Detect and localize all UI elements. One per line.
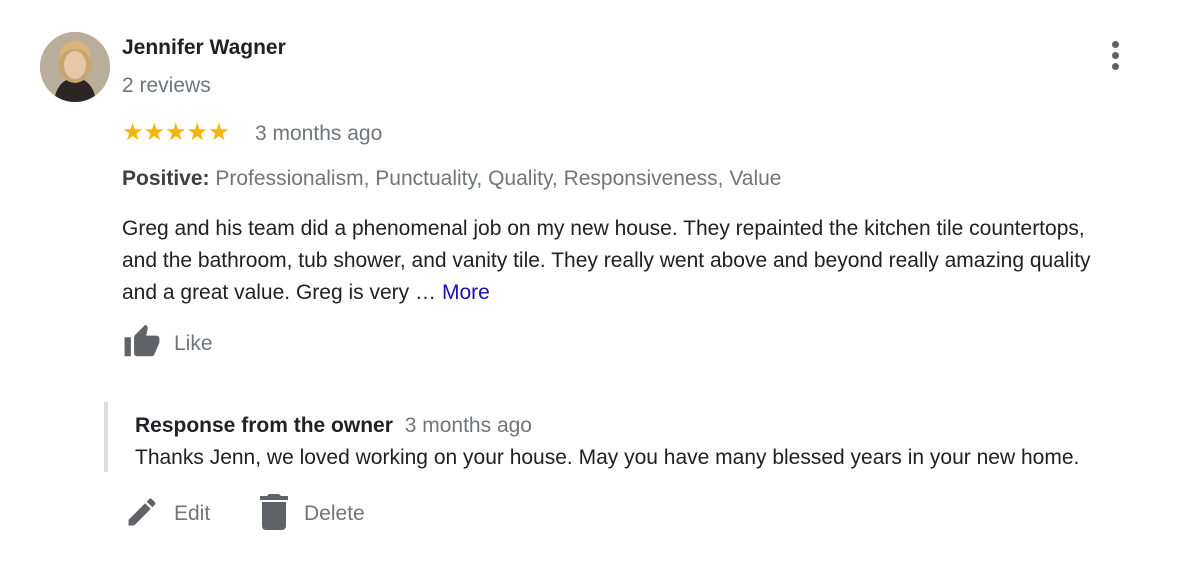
avatar-image	[40, 32, 110, 102]
more-options-button[interactable]	[1100, 36, 1132, 76]
review-text: Greg and his team did a phenomenal job o…	[122, 213, 1172, 309]
review-card: Jennifer Wagner 2 reviews ★★★★★ 3 months…	[0, 0, 1200, 577]
more-link[interactable]: More	[442, 281, 490, 304]
star-rating: ★★★★★	[122, 119, 230, 146]
owner-response-header: Response from the owner 3 months ago	[135, 414, 532, 438]
review-text-line: and the bathroom, tub shower, and vanity…	[122, 249, 1091, 272]
reviewer-name[interactable]: Jennifer Wagner	[122, 36, 286, 60]
reviewer-avatar[interactable]	[40, 32, 110, 102]
owner-response: Response from the owner 3 months ago Tha…	[104, 402, 1188, 472]
edit-button[interactable]: Edit	[124, 494, 210, 534]
positive-label: Positive:	[122, 167, 210, 190]
trash-icon	[258, 493, 290, 535]
owner-response-title: Response from the owner	[135, 414, 393, 437]
pencil-icon	[124, 494, 160, 535]
owner-response-date: 3 months ago	[404, 414, 532, 437]
thumb-up-icon	[122, 323, 162, 366]
review-text-line: Greg and his team did a phenomenal job o…	[122, 217, 1085, 240]
delete-button[interactable]: Delete	[258, 493, 365, 535]
delete-label: Delete	[304, 502, 365, 525]
owner-response-text: Thanks Jenn, we loved working on your ho…	[135, 446, 1080, 469]
review-count[interactable]: 2 reviews	[122, 74, 211, 98]
review-date: 3 months ago	[255, 122, 383, 145]
positive-attributes: Positive: Professionalism, Punctuality, …	[122, 167, 781, 191]
review-text-line: and a great value. Greg is very …	[122, 281, 436, 304]
like-label: Like	[174, 332, 213, 355]
like-button[interactable]: Like	[122, 324, 213, 364]
edit-label: Edit	[174, 502, 211, 525]
positive-values: Professionalism, Punctuality, Quality, R…	[215, 167, 782, 190]
